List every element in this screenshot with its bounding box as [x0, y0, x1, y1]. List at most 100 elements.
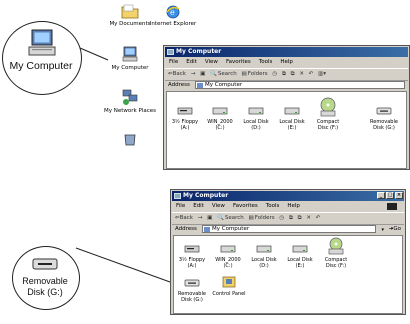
- control-panel-icon: [222, 276, 236, 288]
- address-value: My Computer: [212, 226, 250, 232]
- drive-label: Local Disk (D:): [243, 119, 269, 131]
- my-computer-window-bottom: My Computer _ □ × File Edit View Favorites T…: [170, 189, 406, 315]
- history-icon[interactable]: ◷: [272, 71, 277, 77]
- back-button[interactable]: ⇐Back: [168, 71, 186, 77]
- address-bar: Address My Computer: [165, 80, 408, 90]
- address-dropdown-icon[interactable]: ▾: [381, 225, 384, 235]
- drive-label: Removable Disk (G:): [370, 119, 398, 131]
- drive-cd-f[interactable]: Compact Disc (F:): [311, 97, 345, 131]
- my-computer-window-top: My Computer File Edit View Favorites Tools He…: [163, 45, 410, 170]
- window-titlebar[interactable]: My Computer: [165, 47, 408, 57]
- delete-icon[interactable]: ✕: [299, 71, 304, 77]
- computer-icon: [174, 193, 181, 199]
- removable-disk-icon: [32, 258, 58, 270]
- drive-floppy-a[interactable]: 3½ Floppy (A:): [175, 243, 209, 269]
- window-title: My Computer: [183, 192, 229, 199]
- drive-removable-g[interactable]: Removable Disk (G:): [367, 105, 401, 131]
- menu-view[interactable]: View: [212, 203, 225, 209]
- drive-e[interactable]: Local Disk (E:): [283, 243, 317, 269]
- cd-drive-icon: [328, 237, 344, 255]
- computer-icon: [167, 49, 174, 55]
- undo-icon[interactable]: ↶: [309, 71, 314, 77]
- drive-label: WIN_2000 (C:): [207, 119, 233, 131]
- menu-help[interactable]: Help: [280, 59, 293, 65]
- menu-help[interactable]: Help: [287, 203, 300, 209]
- drive-d[interactable]: Local Disk (D:): [247, 243, 281, 269]
- maximize-button[interactable]: □: [386, 192, 394, 199]
- search-button[interactable]: 🔍Search: [210, 71, 237, 77]
- drive-label: Compact Disc (F:): [316, 119, 340, 131]
- move-to-icon[interactable]: ⧉: [282, 71, 286, 77]
- control-panel-item[interactable]: Control Panel: [212, 274, 246, 297]
- menu-edit[interactable]: Edit: [186, 59, 197, 65]
- drive-label: Control Panel: [212, 291, 246, 297]
- callout-removable-disk-label: Removable Disk (G:): [22, 276, 68, 297]
- removable-disk-icon: [184, 279, 200, 287]
- computer-icon: [28, 29, 56, 56]
- move-to-icon[interactable]: ⧉: [289, 215, 293, 221]
- hard-disk-icon: [212, 107, 228, 115]
- drive-label: 3½ Floppy (A:): [171, 119, 199, 131]
- drive-label: Local Disk (E:): [287, 257, 313, 269]
- address-value: My Computer: [205, 82, 243, 88]
- search-button[interactable]: 🔍Search: [217, 215, 244, 221]
- history-icon[interactable]: ◷: [279, 215, 284, 221]
- menu-view[interactable]: View: [205, 59, 218, 65]
- undo-icon[interactable]: ↶: [316, 215, 321, 221]
- drive-floppy-a[interactable]: 3½ Floppy (A:): [168, 105, 202, 131]
- address-input[interactable]: My Computer: [195, 81, 405, 89]
- menu-edit[interactable]: Edit: [193, 203, 204, 209]
- copy-to-icon[interactable]: ⧉: [291, 71, 295, 77]
- menu-bar: File Edit View Favorites Tools Help: [165, 58, 408, 67]
- drive-label: Removable Disk (G:): [178, 291, 206, 303]
- drive-label: WIN_2000 (C:): [215, 257, 241, 269]
- minimize-button[interactable]: _: [377, 192, 385, 199]
- drive-removable-g[interactable]: Removable Disk (G:): [175, 277, 209, 303]
- folders-button[interactable]: ▤Folders: [249, 215, 275, 221]
- removable-disk-icon: [376, 107, 392, 115]
- drive-label: 3½ Floppy (A:): [178, 257, 206, 269]
- cd-drive-icon: [320, 97, 336, 117]
- windows-logo-icon: [387, 203, 397, 210]
- menu-favorites[interactable]: Favorites: [226, 59, 251, 65]
- hard-disk-icon: [284, 107, 300, 115]
- hard-disk-icon: [292, 245, 308, 253]
- delete-icon[interactable]: ✕: [306, 215, 311, 221]
- close-button[interactable]: ×: [395, 192, 403, 199]
- folders-button[interactable]: ▤Folders: [242, 71, 268, 77]
- menu-bar: File Edit View Favorites Tools Help: [172, 202, 404, 211]
- drives-pane: 3½ Floppy (A:) WIN_2000 (C:) Local Disk …: [166, 91, 407, 169]
- forward-arrow-icon[interactable]: →: [191, 71, 196, 77]
- drives-pane: 3½ Floppy (A:) WIN_2000 (C:) Local Disk …: [173, 235, 403, 314]
- window-title: My Computer: [176, 48, 222, 55]
- address-label: Address: [168, 82, 190, 88]
- up-folder-icon[interactable]: ▣: [207, 215, 212, 221]
- address-label: Address: [175, 226, 197, 232]
- menu-tools[interactable]: Tools: [259, 59, 273, 65]
- drive-cd-f[interactable]: Compact Disc (F:): [319, 237, 353, 269]
- forward-arrow-icon[interactable]: →: [198, 215, 203, 221]
- computer-icon: [197, 83, 203, 88]
- drive-c[interactable]: WIN_2000 (C:): [211, 243, 245, 269]
- callout-my-computer-label: My Computer: [9, 60, 73, 72]
- drive-d[interactable]: Local Disk (D:): [239, 105, 273, 131]
- drive-label: Local Disk (D:): [251, 257, 277, 269]
- menu-tools[interactable]: Tools: [266, 203, 280, 209]
- address-bar: Address My Computer ▾ ➜Go: [172, 224, 404, 234]
- go-button[interactable]: ➜Go: [389, 224, 401, 234]
- menu-file[interactable]: File: [169, 59, 178, 65]
- up-folder-icon[interactable]: ▣: [200, 71, 205, 77]
- hard-disk-icon: [220, 245, 236, 253]
- drive-c[interactable]: WIN_2000 (C:): [203, 105, 237, 131]
- menu-favorites[interactable]: Favorites: [233, 203, 258, 209]
- computer-icon: [204, 227, 210, 232]
- drive-e[interactable]: Local Disk (E:): [275, 105, 309, 131]
- back-button[interactable]: ⇐Back: [175, 215, 193, 221]
- window-titlebar[interactable]: My Computer _ □ ×: [172, 191, 404, 201]
- floppy-drive-icon: [177, 107, 193, 115]
- address-input[interactable]: My Computer: [202, 225, 376, 233]
- copy-to-icon[interactable]: ⧉: [298, 215, 302, 221]
- drive-label: Local Disk (E:): [279, 119, 305, 131]
- views-icon[interactable]: ▥▾: [318, 71, 326, 77]
- menu-file[interactable]: File: [176, 203, 185, 209]
